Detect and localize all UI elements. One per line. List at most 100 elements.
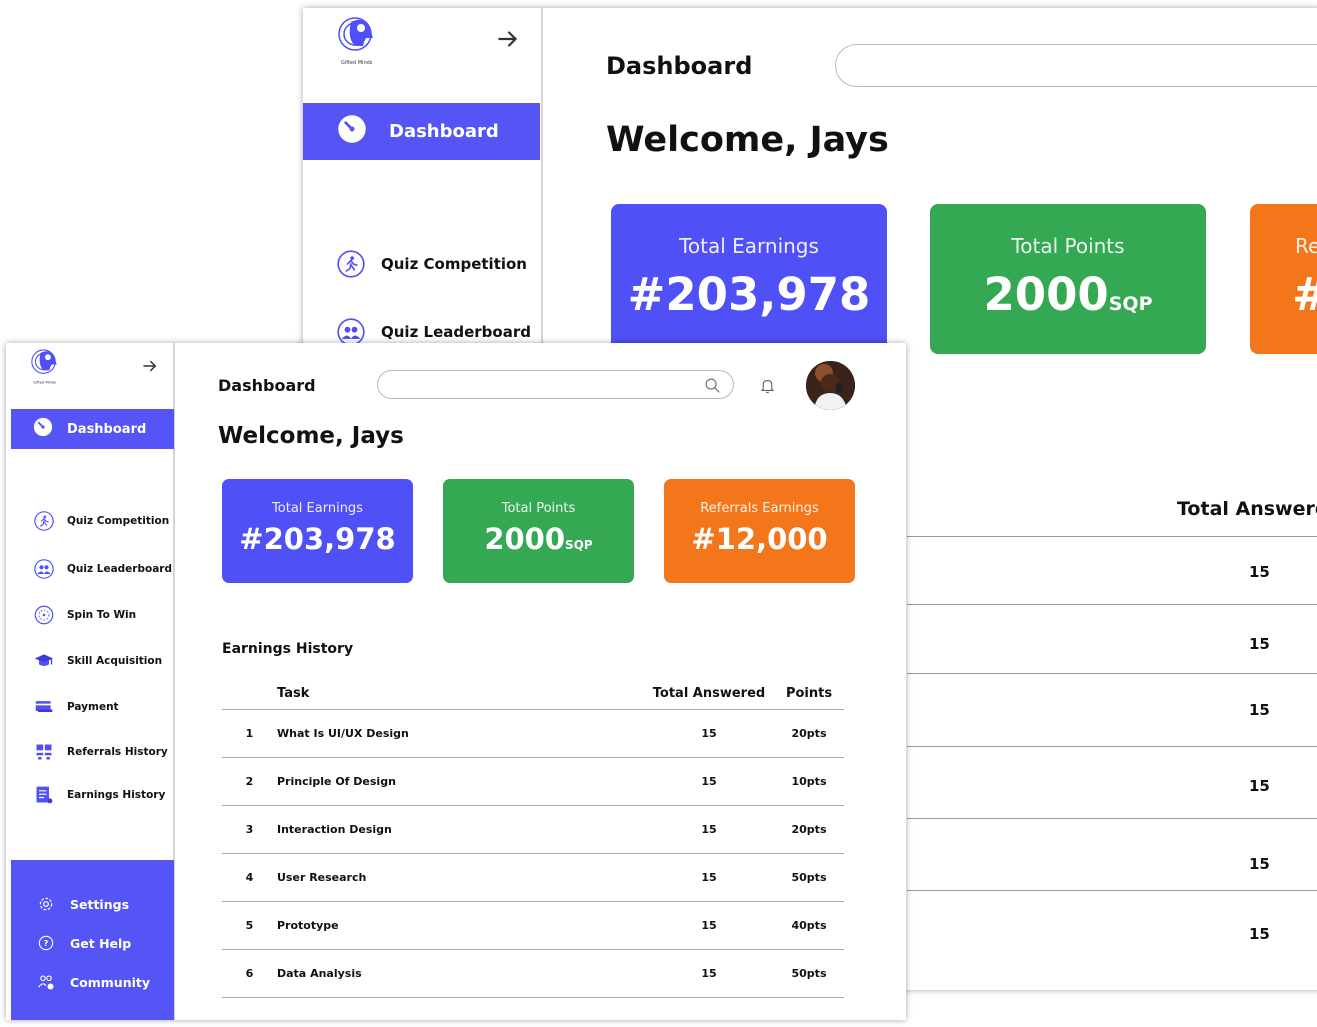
row-number: 6: [222, 949, 277, 998]
page-title: Dashboard: [218, 376, 316, 395]
card-total-earnings: Total Earnings #203,978: [611, 204, 887, 354]
sidebar-item-community[interactable]: Community: [36, 973, 150, 991]
search-icon: [704, 377, 721, 398]
column-header-total-answered: Total Answere: [1177, 498, 1317, 520]
collapse-arrow-icon[interactable]: [495, 26, 521, 56]
graduation-cap-icon: [33, 651, 55, 671]
row-points: 10pts: [774, 757, 844, 806]
table-row[interactable]: 2 Principle Of Design 15 10pts: [222, 757, 844, 806]
card-value: #: [1250, 268, 1317, 321]
sidebar-item-dashboard[interactable]: Dashboard: [303, 103, 540, 160]
row-divider: [907, 818, 1317, 819]
brand-logo: Gifted Minds: [337, 14, 377, 66]
earnings-history-title: Earnings History: [222, 641, 354, 657]
row-points: 20pts: [774, 805, 844, 854]
sidebar-item-label: Quiz Leaderboard: [381, 323, 531, 341]
card-value: #203,978: [239, 522, 396, 556]
speedometer-icon: [337, 114, 367, 149]
sidebar-item-get-help[interactable]: ? Get Help: [36, 935, 131, 951]
sidebar-item-label: Payment: [67, 701, 119, 713]
row-points: 50pts: [774, 853, 844, 902]
brand-logo: Gifted Minds: [30, 347, 60, 385]
dashboard-window: Gifted Minds Dashboard Quiz Competition …: [6, 343, 906, 1020]
column-header-total-answered: Total Answered: [644, 679, 774, 710]
notification-bell-icon[interactable]: [759, 376, 776, 399]
sidebar-item-label: Dashboard: [67, 421, 147, 437]
row-total-answered: 15: [644, 709, 774, 758]
table-row[interactable]: 4 User Research 15 50pts: [222, 853, 844, 902]
row-total-answered: 15: [644, 853, 774, 902]
speedometer-icon: [33, 417, 53, 441]
running-person-icon: [33, 511, 55, 531]
table-cell: 15: [1249, 855, 1270, 873]
sidebar-item-settings[interactable]: Settings: [36, 896, 129, 912]
sidebar-item-label: Community: [70, 974, 151, 990]
sidebar-bottom-panel: Settings ? Get Help Community: [11, 860, 174, 1020]
table-cell: 15: [1249, 563, 1270, 581]
card-referrals-earnings: Re #: [1250, 204, 1317, 354]
card-value: 2000SQP: [983, 268, 1153, 321]
sidebar-item-quiz-competition[interactable]: Quiz Competition: [303, 250, 527, 278]
welcome-heading: Welcome, Jays: [218, 423, 404, 449]
row-divider: [907, 890, 1317, 891]
card-label: Total Points: [501, 501, 576, 516]
row-task: Prototype: [277, 901, 644, 950]
row-number: 5: [222, 901, 277, 950]
sidebar-item-quiz-leaderboard[interactable]: Quiz Leaderboard: [303, 318, 531, 346]
collapse-arrow-icon[interactable]: [141, 357, 159, 379]
card-total-earnings: Total Earnings #203,978: [222, 479, 413, 583]
table-row[interactable]: 1 What Is UI/UX Design 15 20pts: [222, 709, 844, 758]
brand-logo-text: Gifted Minds: [33, 381, 56, 385]
row-points: 40pts: [774, 901, 844, 950]
card-label: Total Earnings: [679, 234, 819, 258]
column-header-points: Points: [774, 679, 844, 710]
avatar[interactable]: [806, 361, 855, 410]
sidebar-item-dashboard[interactable]: Dashboard: [11, 409, 174, 449]
sidebar-item-earnings-history[interactable]: Earnings History: [11, 785, 165, 805]
table-row[interactable]: 5 Prototype 15 40pts: [222, 901, 844, 950]
table-cell: 15: [1249, 701, 1270, 719]
sidebar-item-label: Quiz Competition: [67, 515, 170, 527]
sidebar-item-label: Skill Acquisition: [67, 655, 163, 667]
row-divider: [907, 536, 1317, 537]
sidebar-item-label: Referrals History: [67, 746, 168, 758]
column-header-number: [222, 679, 277, 710]
sidebar-item-label: Dashboard: [389, 121, 499, 142]
card-total-points: Total Points 2000SQP: [443, 479, 634, 583]
row-total-answered: 15: [644, 901, 774, 950]
welcome-heading: Welcome, Jays: [606, 120, 889, 160]
card-label: Total Points: [1011, 234, 1125, 258]
sidebar-item-label: Quiz Competition: [381, 255, 527, 273]
sidebar-item-quiz-competition[interactable]: Quiz Competition: [11, 511, 169, 531]
sidebar-item-payment[interactable]: Payment: [11, 697, 119, 717]
row-number: 1: [222, 709, 277, 758]
row-points: 20pts: [774, 709, 844, 758]
table-cell: 15: [1249, 635, 1270, 653]
table-row[interactable]: 6 Data Analysis 15 50pts: [222, 949, 844, 998]
table-cell: 15: [1249, 777, 1270, 795]
row-divider: [907, 604, 1317, 605]
users-icon: [337, 318, 365, 346]
row-task: Principle Of Design: [277, 757, 644, 806]
card-referrals-earnings: Referrals Earnings #12,000: [664, 479, 855, 583]
sidebar-item-skill-acquisition[interactable]: Skill Acquisition: [11, 651, 162, 671]
sidebar-item-referrals-history[interactable]: Referrals History: [11, 742, 168, 762]
sidebar-item-label: Earnings History: [67, 789, 166, 801]
grid-people-icon: [33, 742, 55, 762]
sidebar-item-label: Get Help: [70, 935, 132, 951]
search-input[interactable]: [377, 370, 734, 399]
search-input[interactable]: [835, 44, 1317, 87]
column-header-task: Task: [277, 679, 644, 710]
wheel-icon: [33, 605, 55, 625]
card-total-points: Total Points 2000SQP: [930, 204, 1206, 354]
sidebar-item-spin-to-win[interactable]: Spin To Win: [11, 605, 136, 625]
card-value: #203,978: [627, 268, 871, 321]
row-total-answered: 15: [644, 805, 774, 854]
sidebar-item-quiz-leaderboard[interactable]: Quiz Leaderboard: [11, 559, 172, 579]
gear-icon: [36, 896, 56, 912]
row-total-answered: 15: [644, 949, 774, 998]
table-row[interactable]: 3 Interaction Design 15 20pts: [222, 805, 844, 854]
card-label: Total Earnings: [272, 501, 363, 516]
row-divider: [907, 746, 1317, 747]
table-cell: 15: [1249, 925, 1270, 943]
